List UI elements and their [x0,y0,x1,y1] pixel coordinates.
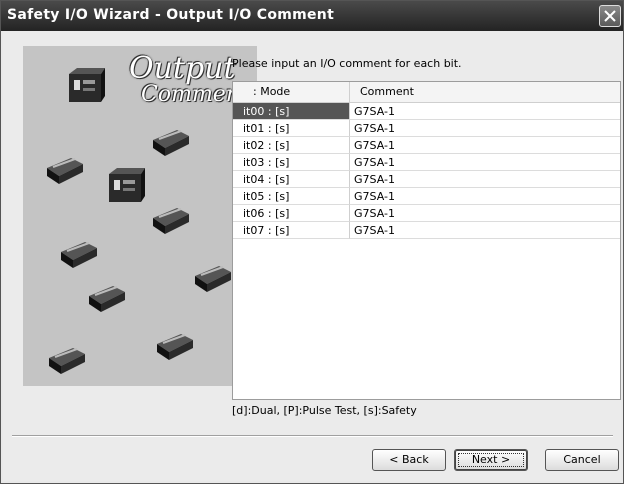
table-row[interactable]: it07 : [s] G7SA-1 [233,222,620,239]
mode-value: it05 : [s] [243,190,290,203]
relay-device-icon [49,348,85,374]
table-row[interactable]: it05 : [s] G7SA-1 [233,188,620,205]
instruction-text: Please input an I/O comment for each bit… [232,57,462,70]
comment-value: G7SA-1 [354,122,395,135]
mode-value: it01 : [s] [243,122,290,135]
window-title: Safety I/O Wizard - Output I/O Comment [7,7,335,23]
footer-divider [12,435,613,437]
mode-legend: [d]:Dual, [P]:Pulse Test, [s]:Safety [232,404,417,417]
mode-value: it07 : [s] [243,224,290,237]
column-header-comment-label: Comment [360,85,414,98]
mode-value: it06 : [s] [243,207,290,220]
close-button[interactable] [599,5,621,27]
illustration-title-line1: Output [129,51,236,86]
comment-value: G7SA-1 [354,105,395,118]
comment-cell[interactable]: G7SA-1 [350,120,620,137]
wizard-illustration: Output Comment [23,46,257,386]
comment-value: G7SA-1 [354,207,395,220]
io-comment-table[interactable]: : Mode Comment it00 : [s] G7SA-1 it01 : … [232,81,621,400]
controller-device-icon [109,168,145,202]
comment-cell[interactable]: G7SA-1 [350,103,620,120]
relay-device-icon [157,334,193,360]
comment-value: G7SA-1 [354,156,395,169]
comment-cell[interactable]: G7SA-1 [350,222,620,239]
column-header-mode-label: : Mode [253,85,291,98]
relay-device-icon [153,130,189,156]
comment-value: G7SA-1 [354,224,395,237]
cancel-button[interactable]: Cancel [545,449,619,471]
title-bar: Safety I/O Wizard - Output I/O Comment [1,1,623,31]
mode-cell[interactable]: it07 : [s] [233,222,350,239]
column-header-mode[interactable]: : Mode [233,82,350,103]
relay-device-icon [61,242,97,268]
table-row[interactable]: it00 : [s] G7SA-1 [233,103,620,120]
table-row[interactable]: it01 : [s] G7SA-1 [233,120,620,137]
comment-value: G7SA-1 [354,173,395,186]
mode-cell[interactable]: it05 : [s] [233,188,350,205]
close-icon [604,10,616,22]
comment-cell[interactable]: G7SA-1 [350,171,620,188]
relay-device-icon [47,158,83,184]
mode-value: it03 : [s] [243,156,290,169]
comment-cell[interactable]: G7SA-1 [350,188,620,205]
comment-value: G7SA-1 [354,139,395,152]
mode-cell[interactable]: it04 : [s] [233,171,350,188]
mode-value: it02 : [s] [243,139,290,152]
mode-cell[interactable]: it00 : [s] [233,103,350,120]
column-header-comment[interactable]: Comment [350,82,620,103]
comment-value: G7SA-1 [354,190,395,203]
relay-device-icon [153,208,189,234]
mode-cell[interactable]: it03 : [s] [233,154,350,171]
mode-cell[interactable]: it02 : [s] [233,137,350,154]
table-row[interactable]: it04 : [s] G7SA-1 [233,171,620,188]
relay-device-icon [89,286,125,312]
table-row[interactable]: it02 : [s] G7SA-1 [233,137,620,154]
mode-cell[interactable]: it01 : [s] [233,120,350,137]
relay-device-icon [195,266,231,292]
comment-cell[interactable]: G7SA-1 [350,137,620,154]
controller-device-icon [69,68,105,102]
table-row[interactable]: it03 : [s] G7SA-1 [233,154,620,171]
next-button[interactable]: Next > [454,449,528,471]
mode-cell[interactable]: it06 : [s] [233,205,350,222]
focus-ring [458,453,524,467]
wizard-body: Output Comment Please input an I/O comme… [3,31,621,481]
back-button[interactable]: < Back [372,449,446,471]
mode-value: it04 : [s] [243,173,290,186]
table-row[interactable]: it06 : [s] G7SA-1 [233,205,620,222]
wizard-window: Safety I/O Wizard - Output I/O Comment O… [0,0,624,484]
mode-value: it00 : [s] [243,105,290,118]
comment-cell[interactable]: G7SA-1 [350,205,620,222]
comment-cell[interactable]: G7SA-1 [350,154,620,171]
